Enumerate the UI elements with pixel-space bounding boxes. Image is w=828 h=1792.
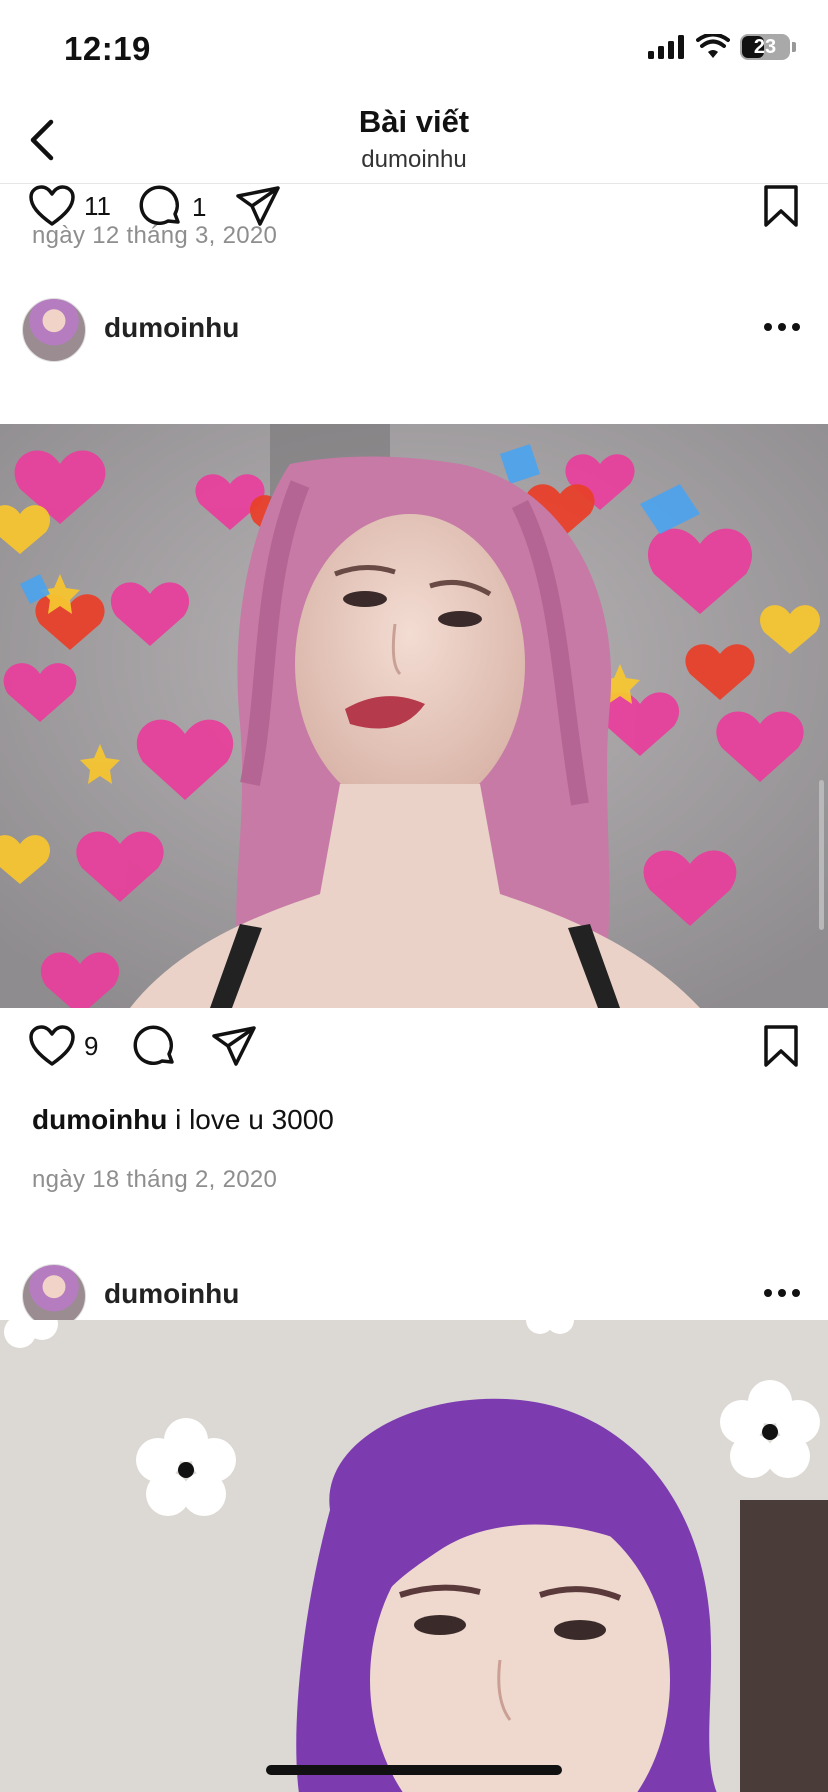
heart-icon: [29, 1025, 75, 1066]
page-subtitle: dumoinhu: [361, 146, 467, 173]
post-actions: 9: [0, 1024, 828, 1084]
share-button[interactable]: [210, 1024, 258, 1068]
more-options-button[interactable]: [762, 312, 802, 342]
comment-icon: [133, 1025, 174, 1065]
status-bar: 12:19 23: [0, 0, 828, 100]
caption-username[interactable]: dumoinhu: [32, 1104, 167, 1135]
post-image[interactable]: [0, 1320, 828, 1792]
comment-count: 1: [192, 191, 207, 222]
post-image[interactable]: [0, 424, 828, 1008]
post-username[interactable]: dumoinhu: [104, 1278, 239, 1310]
like-count: 9: [84, 1030, 99, 1061]
post-header: dumoinhu: [0, 282, 828, 378]
bookmark-icon: [764, 185, 798, 227]
save-button[interactable]: [762, 1024, 800, 1068]
battery-indicator: 23: [740, 34, 796, 60]
page-title: Bài viết: [358, 104, 470, 139]
battery-level: 23: [753, 35, 777, 58]
status-time: 12:19: [64, 30, 151, 67]
post-username[interactable]: dumoinhu: [104, 312, 239, 344]
nav-header: Bài viết dumoinhu: [0, 100, 828, 184]
signal-icon: [648, 35, 684, 59]
caption-text: i love u 3000: [175, 1104, 334, 1135]
scroll-indicator[interactable]: [819, 780, 824, 930]
like-count: 11: [84, 190, 111, 221]
more-icon: [764, 1289, 800, 1297]
post-photo-illustration: [0, 424, 828, 1008]
send-icon: [212, 1026, 256, 1066]
avatar[interactable]: [22, 298, 86, 362]
post-caption: dumoinhu i love u 3000: [32, 1104, 334, 1136]
status-icons: 23: [648, 34, 796, 60]
more-options-button[interactable]: [762, 1278, 802, 1308]
avatar[interactable]: [22, 1264, 86, 1328]
wifi-icon: [696, 34, 730, 58]
like-button[interactable]: 9: [28, 1024, 98, 1068]
feed[interactable]: 11 1 ngày 12 tháng 3, 2020 dumoinhu 9 du…: [0, 184, 828, 1792]
save-button[interactable]: [762, 184, 800, 228]
more-icon: [764, 323, 800, 331]
post-date: ngày 12 tháng 3, 2020: [32, 222, 278, 249]
home-indicator[interactable]: [266, 1765, 562, 1775]
comment-button[interactable]: [132, 1024, 178, 1070]
bookmark-icon: [764, 1025, 798, 1067]
post-photo-illustration: [0, 1320, 828, 1792]
post-date: ngày 18 tháng 2, 2020: [32, 1166, 278, 1193]
